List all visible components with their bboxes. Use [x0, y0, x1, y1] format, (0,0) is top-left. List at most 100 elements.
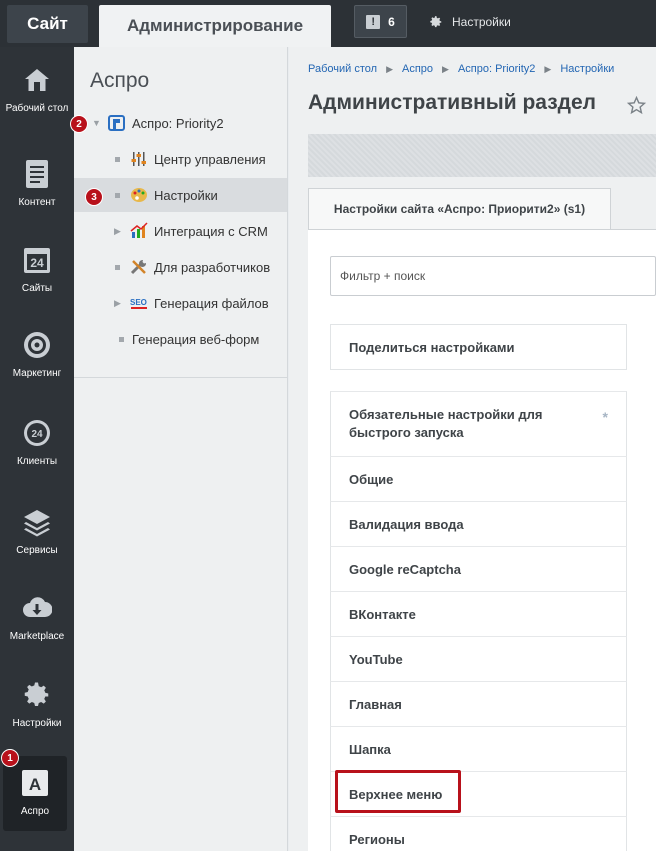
priority-logo-icon [108, 115, 125, 131]
step-badge-1: 1 [1, 749, 19, 767]
nav-marketplace[interactable]: Marketplace [0, 593, 74, 679]
bullet-icon [119, 336, 124, 342]
breadcrumb-item[interactable]: Аспро [402, 63, 433, 75]
submenu-item-label: Центр управления [154, 151, 266, 167]
calendar-24-icon: 24 [22, 245, 52, 275]
nav-services[interactable]: Сервисы [0, 507, 74, 593]
submenu-item-control-center[interactable]: Центр управления [74, 142, 287, 176]
nav-marketing[interactable]: Маркетинг [0, 330, 74, 416]
section-general[interactable]: Общие [330, 456, 627, 501]
submenu-item-settings[interactable]: Настройки [74, 178, 287, 212]
layers-icon [22, 507, 52, 537]
nav-clients-label: Клиенты [16, 456, 58, 467]
submenu-divider [74, 377, 287, 378]
gear-icon [430, 15, 442, 27]
submenu-item-developers[interactable]: Для разработчиков [74, 250, 287, 284]
section-vkontakte[interactable]: ВКонтакте [330, 591, 627, 636]
filter-search-input[interactable]: Фильтр + поиск [330, 256, 656, 296]
breadcrumb-item[interactable]: Рабочий стол [308, 63, 377, 75]
nav-aspro[interactable]: A Аспро [3, 756, 67, 831]
share-settings-button[interactable]: Поделиться настройками [330, 324, 627, 370]
section-quick-start[interactable]: Обязательные настройки для быстрого запу… [330, 391, 627, 456]
svg-text:SEO: SEO [130, 298, 147, 307]
page-title: Административный раздел [308, 91, 597, 114]
section-youtube[interactable]: YouTube [330, 636, 627, 681]
submenu-item-priority2[interactable]: ▼ Аспро: Priority2 [74, 106, 287, 140]
top-bar: Сайт Администрирование ! 6 Настройки [0, 0, 656, 47]
chevron-right-icon: ▶ [386, 64, 393, 74]
toolbar-strip [308, 134, 656, 177]
notification-icon: ! [366, 14, 381, 29]
target-icon [22, 330, 52, 360]
admin-tab[interactable]: Администрирование [99, 5, 331, 47]
section-label: ВКонтакте [349, 606, 416, 622]
nav-sites[interactable]: 24 Сайты [0, 245, 74, 331]
nav-content[interactable]: Контент [0, 159, 74, 245]
nav-aspro-label: Аспро [20, 806, 50, 817]
svg-text:24: 24 [30, 256, 44, 270]
breadcrumb: Рабочий стол ▶ Аспро ▶ Аспро: Priority2 ▶ Наст… [308, 63, 614, 75]
aspro-logo-icon: A [20, 768, 50, 798]
submenu-item-label: Генерация файлов [154, 295, 269, 311]
section-label: Общие [349, 471, 394, 487]
notifications-button[interactable]: ! 6 [354, 5, 407, 38]
submenu-item-label: Интеграция с CRM [154, 223, 268, 239]
svg-text:A: A [29, 775, 41, 794]
top-settings-button[interactable]: Настройки [429, 5, 511, 38]
settings-panel: Фильтр + поиск Поделиться настройками Об… [308, 229, 656, 851]
secondary-menu: Аспро ▼ Аспро: Priority2 Центр управлени… [70, 47, 288, 851]
nav-marketing-label: Маркетинг [12, 368, 62, 379]
gear-icon [22, 680, 52, 710]
highlight-frame [335, 770, 461, 813]
submenu-item-label: Настройки [154, 187, 218, 203]
breadcrumb-item[interactable]: Настройки [560, 63, 614, 75]
clients-24-icon: 24 [22, 418, 52, 448]
section-label: Валидация ввода [349, 516, 464, 532]
nav-content-label: Контент [18, 197, 56, 208]
chevron-right-icon: ▶ [544, 64, 552, 74]
section-regions[interactable]: Регионы [330, 816, 627, 851]
sliders-icon [131, 152, 146, 166]
tab-site-settings[interactable]: Настройки сайта «Аспро: Приорити2» (s1) [308, 188, 611, 229]
cloud-download-icon [22, 593, 52, 623]
submenu-item-file-generation[interactable]: ▶ SEO Генерация файлов [74, 286, 287, 320]
section-main-page[interactable]: Главная [330, 681, 627, 726]
nav-desktop-label: Рабочий стол [5, 103, 69, 114]
home-icon [22, 65, 52, 95]
section-input-validation[interactable]: Валидация ввода [330, 501, 627, 546]
site-tab[interactable]: Сайт [7, 5, 88, 43]
section-header[interactable]: Шапка [330, 726, 627, 771]
nav-marketplace-label: Marketplace [9, 631, 65, 642]
nav-clients[interactable]: 24 Клиенты [0, 418, 74, 504]
svg-text:24: 24 [31, 429, 43, 440]
submenu-item-label: Аспро: Priority2 [132, 115, 224, 131]
favorite-star-icon[interactable] [627, 96, 646, 115]
expand-arrow-icon[interactable]: ▶ [114, 298, 121, 309]
nav-services-label: Сервисы [16, 545, 58, 556]
required-star-icon: * [602, 409, 608, 425]
expand-arrow-icon[interactable]: ▼ [92, 118, 101, 128]
notifications-count: 6 [388, 14, 395, 29]
top-settings-label: Настройки [452, 14, 511, 29]
nav-settings-label: Настройки [12, 718, 62, 729]
chevron-right-icon: ▶ [442, 64, 449, 74]
nav-desktop[interactable]: Рабочий стол [0, 65, 74, 151]
breadcrumb-item[interactable]: Аспро: Priority2 [458, 63, 535, 75]
document-icon [22, 159, 52, 189]
seo-icon: SEO [130, 298, 147, 309]
step-badge-3: 3 [85, 188, 103, 206]
section-label: Главная [349, 696, 402, 712]
expand-arrow-icon[interactable]: ▶ [114, 226, 121, 237]
submenu-item-webform-generation[interactable]: Генерация веб-форм [74, 322, 287, 356]
submenu-item-crm[interactable]: ▶ Интеграция с CRM [74, 214, 287, 248]
section-recaptcha[interactable]: Google reCaptcha [330, 546, 627, 591]
palette-icon [131, 188, 147, 202]
submenu-item-label: Генерация веб-форм [132, 331, 260, 347]
chart-icon [130, 222, 148, 238]
section-label: Регионы [349, 831, 405, 847]
section-label: Обязательные настройки для быстрого запу… [349, 407, 543, 440]
bullet-icon [115, 264, 120, 270]
bullet-icon [115, 192, 120, 198]
submenu-title: Аспро [90, 69, 150, 92]
nav-sites-label: Сайты [21, 283, 53, 294]
